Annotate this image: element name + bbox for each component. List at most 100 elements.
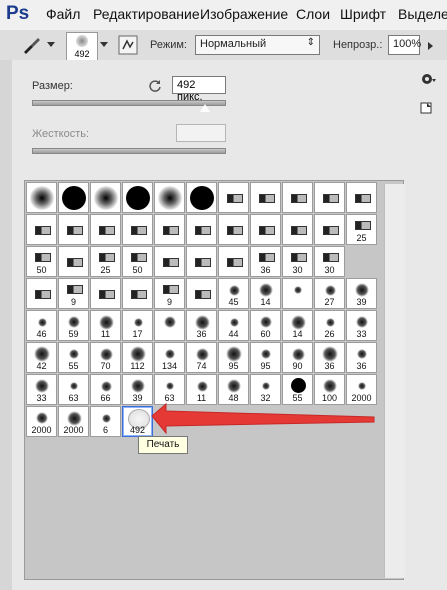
gear-icon[interactable] [420, 72, 436, 86]
hardness-input[interactable] [176, 124, 226, 142]
menu-image[interactable]: Изображение [200, 6, 288, 22]
chevron-down-icon[interactable] [47, 42, 55, 47]
brush-preset-cell[interactable]: 27 [314, 278, 345, 309]
brush-preset-cell[interactable]: 25 [90, 246, 121, 277]
brush-preset-cell[interactable]: 55 [58, 342, 89, 373]
brush-preset-cell[interactable] [122, 182, 153, 213]
brush-preset-cell[interactable]: 44 [218, 310, 249, 341]
reset-icon[interactable] [148, 78, 162, 92]
brush-preset-cell[interactable] [186, 182, 217, 213]
brush-preset-cell[interactable]: 90 [282, 342, 313, 373]
brush-preset-cell[interactable]: 48 [218, 374, 249, 405]
brush-preset-cell[interactable]: 134 [154, 342, 185, 373]
brush-preset-cell[interactable]: 6 [90, 406, 121, 437]
brush-preset-cell[interactable] [282, 214, 313, 245]
brush-preset-cell[interactable]: 74 [186, 342, 217, 373]
brush-preset-cell[interactable] [26, 182, 57, 213]
size-input[interactable]: 492 пикс. [172, 76, 226, 103]
brush-preset-cell[interactable] [218, 214, 249, 245]
brush-preset-cell[interactable]: 11 [90, 310, 121, 341]
brush-tool-icon[interactable] [20, 34, 42, 56]
size-slider[interactable] [32, 100, 226, 106]
brush-preset-cell[interactable]: 26 [314, 310, 345, 341]
brush-preset-cell[interactable]: 112 [122, 342, 153, 373]
size-slider-thumb[interactable] [199, 104, 210, 112]
brush-preset-cell[interactable]: 50 [26, 246, 57, 277]
new-preset-icon[interactable] [420, 102, 432, 114]
brush-preset-cell[interactable]: 36 [186, 310, 217, 341]
mode-select[interactable]: Нормальный ⇕ [195, 35, 320, 55]
brush-preset-cell[interactable] [154, 182, 185, 213]
brush-preset-cell[interactable]: 492 [122, 406, 153, 437]
brush-preset-cell[interactable]: 9 [58, 278, 89, 309]
brush-preset-cell[interactable] [26, 214, 57, 245]
menu-select[interactable]: Выделен [398, 6, 447, 22]
brush-preset-cell[interactable] [218, 246, 249, 277]
brush-preset-cell[interactable]: 32 [250, 374, 281, 405]
brush-preset-cell[interactable]: 36 [250, 246, 281, 277]
brush-panel-icon[interactable] [118, 35, 138, 55]
brush-preset-cell[interactable] [122, 278, 153, 309]
brush-preset-cell[interactable] [250, 214, 281, 245]
brush-preset-cell[interactable]: 95 [250, 342, 281, 373]
brush-preset-cell[interactable] [26, 278, 57, 309]
brush-preset-cell[interactable]: 39 [346, 278, 377, 309]
brush-preset-cell[interactable] [90, 278, 121, 309]
brush-preset-cell[interactable] [154, 246, 185, 277]
brush-preset-cell[interactable]: 11 [186, 374, 217, 405]
opacity-arrow-icon[interactable] [428, 42, 433, 50]
brush-preset-cell[interactable]: 2000 [58, 406, 89, 437]
brush-preset-cell[interactable]: 45 [218, 278, 249, 309]
brush-preset-cell[interactable]: 70 [90, 342, 121, 373]
brush-preset-cell[interactable] [154, 310, 185, 341]
brush-preset-cell[interactable]: 9 [154, 278, 185, 309]
brush-preset-cell[interactable]: 39 [122, 374, 153, 405]
brush-preset-cell[interactable]: 55 [282, 374, 313, 405]
menu-layers[interactable]: Слои [296, 6, 330, 22]
brush-preset-cell[interactable]: 17 [122, 310, 153, 341]
brush-preset-cell[interactable]: 59 [58, 310, 89, 341]
brush-preset-picker[interactable]: 492 [66, 32, 98, 61]
brush-preset-cell[interactable]: 33 [26, 374, 57, 405]
brush-preset-cell[interactable]: 30 [282, 246, 313, 277]
brush-preset-cell[interactable]: 63 [154, 374, 185, 405]
hardness-slider[interactable] [32, 148, 226, 154]
brush-preset-cell[interactable]: 95 [218, 342, 249, 373]
brush-preset-cell[interactable] [314, 182, 345, 213]
brush-preset-cell[interactable] [346, 182, 377, 213]
brush-preset-cell[interactable] [90, 214, 121, 245]
brush-preset-cell[interactable] [250, 182, 281, 213]
chevron-down-icon[interactable] [100, 42, 108, 47]
brush-preset-cell[interactable]: 25 [346, 214, 377, 245]
brush-preset-cell[interactable] [314, 214, 345, 245]
brush-preset-cell[interactable] [58, 182, 89, 213]
brush-preset-cell[interactable]: 2000 [26, 406, 57, 437]
brush-preset-cell[interactable] [186, 246, 217, 277]
brush-preset-cell[interactable] [186, 278, 217, 309]
brush-preset-cell[interactable]: 14 [282, 310, 313, 341]
brush-preset-cell[interactable]: 33 [346, 310, 377, 341]
brush-preset-cell[interactable]: 30 [314, 246, 345, 277]
brush-preset-cell[interactable]: 36 [314, 342, 345, 373]
menu-edit[interactable]: Редактирование [93, 6, 200, 22]
brush-preset-cell[interactable]: 100 [314, 374, 345, 405]
brush-preset-cell[interactable] [58, 246, 89, 277]
brush-preset-cell[interactable] [122, 214, 153, 245]
brush-preset-cell[interactable]: 2000 [346, 374, 377, 405]
brush-preset-cell[interactable]: 14 [250, 278, 281, 309]
brush-preset-cell[interactable]: 42 [26, 342, 57, 373]
brush-preset-cell[interactable]: 63 [58, 374, 89, 405]
opacity-input[interactable]: 100% [388, 35, 421, 55]
brush-preset-cell[interactable]: 46 [26, 310, 57, 341]
grid-scrollbar[interactable] [384, 184, 405, 578]
brush-preset-cell[interactable] [218, 182, 249, 213]
brush-preset-cell[interactable] [154, 214, 185, 245]
brush-preset-cell[interactable] [58, 214, 89, 245]
brush-preset-cell[interactable]: 60 [250, 310, 281, 341]
brush-preset-cell[interactable] [282, 278, 313, 309]
brush-preset-cell[interactable]: 50 [122, 246, 153, 277]
brush-preset-cell[interactable]: 36 [346, 342, 377, 373]
brush-preset-cell[interactable] [282, 182, 313, 213]
brush-preset-cell[interactable] [186, 214, 217, 245]
brush-preset-cell[interactable] [90, 182, 121, 213]
